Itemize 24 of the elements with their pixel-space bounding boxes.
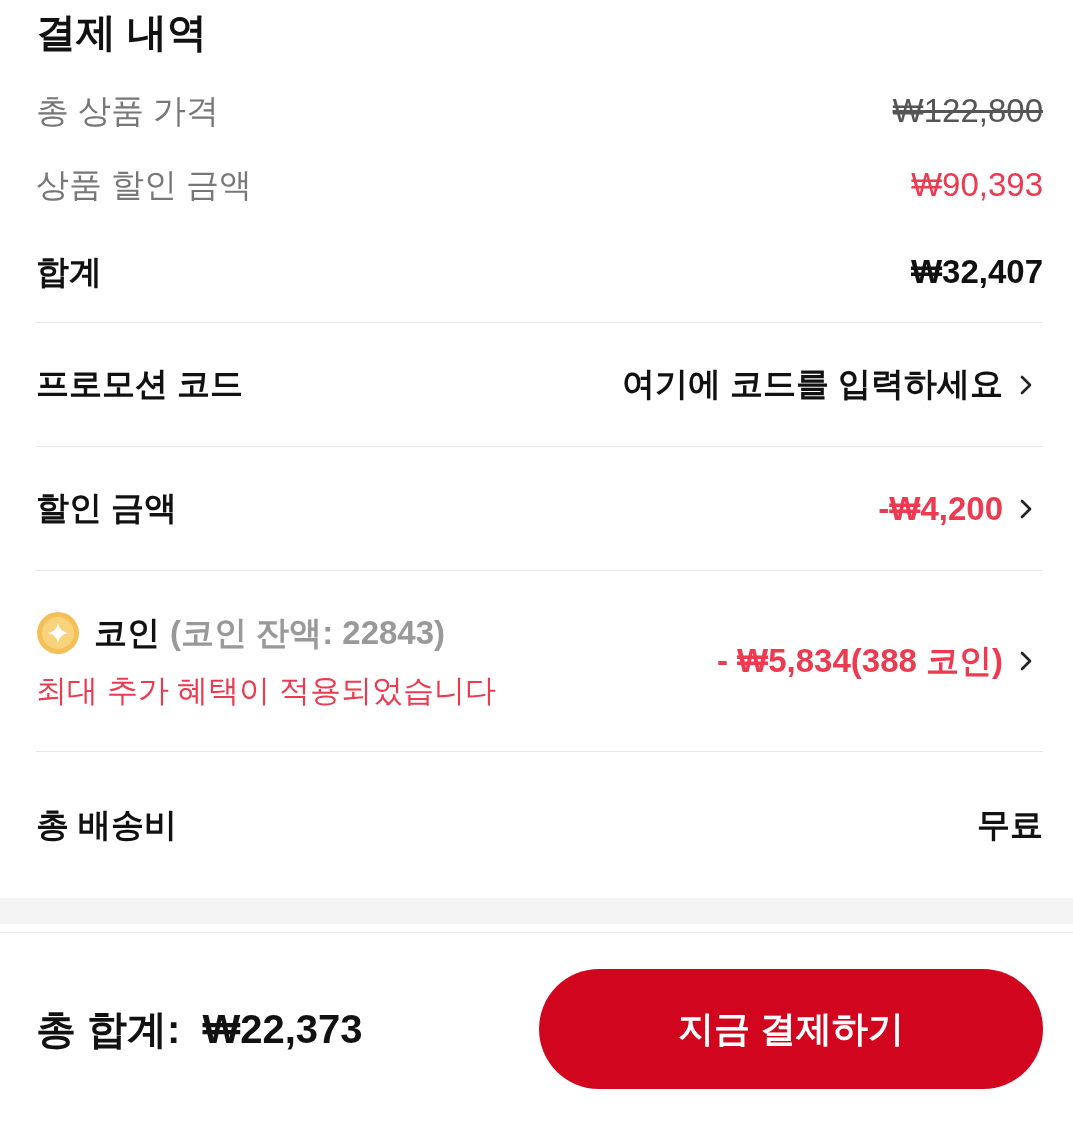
coin-icon: [36, 611, 80, 655]
row-value[interactable]: -₩4,200: [878, 489, 1003, 528]
row-label: 프로모션 코드: [36, 364, 244, 404]
section-title: 결제 내역: [36, 9, 209, 56]
coin-label: 코인: [94, 612, 160, 653]
row-value: 무료: [977, 804, 1043, 845]
pay-now-button[interactable]: 지금 결제하기: [539, 969, 1043, 1089]
grand-total-value: ₩22,373: [202, 1006, 363, 1052]
summary-value: ₩90,393: [910, 166, 1043, 204]
chevron-icon[interactable]: [1019, 497, 1033, 520]
row-label: 총 배송비: [36, 804, 178, 845]
row-value[interactable]: - ₩5,834(388 코인): [716, 638, 1003, 684]
grand-total-label: 총 합계:: [36, 1005, 181, 1053]
chevron-icon[interactable]: [1019, 650, 1033, 672]
summary-label: 상품 할인 금액: [36, 164, 253, 205]
row-label: 할인 금액: [36, 488, 178, 528]
row-value[interactable]: 여기에 코드를 입력하세요: [621, 362, 1003, 407]
chevron-icon[interactable]: [1019, 373, 1033, 396]
summary-label: 합계: [36, 251, 102, 292]
coin-note: 최대 추가 혜택이 적용되었습니다: [36, 671, 496, 710]
summary-value: ₩122,800: [892, 92, 1043, 130]
coin-balance: (코인 잔액: 22843): [170, 612, 446, 653]
summary-label: 총 상품 가격: [36, 90, 220, 131]
summary-value: ₩32,407: [910, 253, 1043, 291]
